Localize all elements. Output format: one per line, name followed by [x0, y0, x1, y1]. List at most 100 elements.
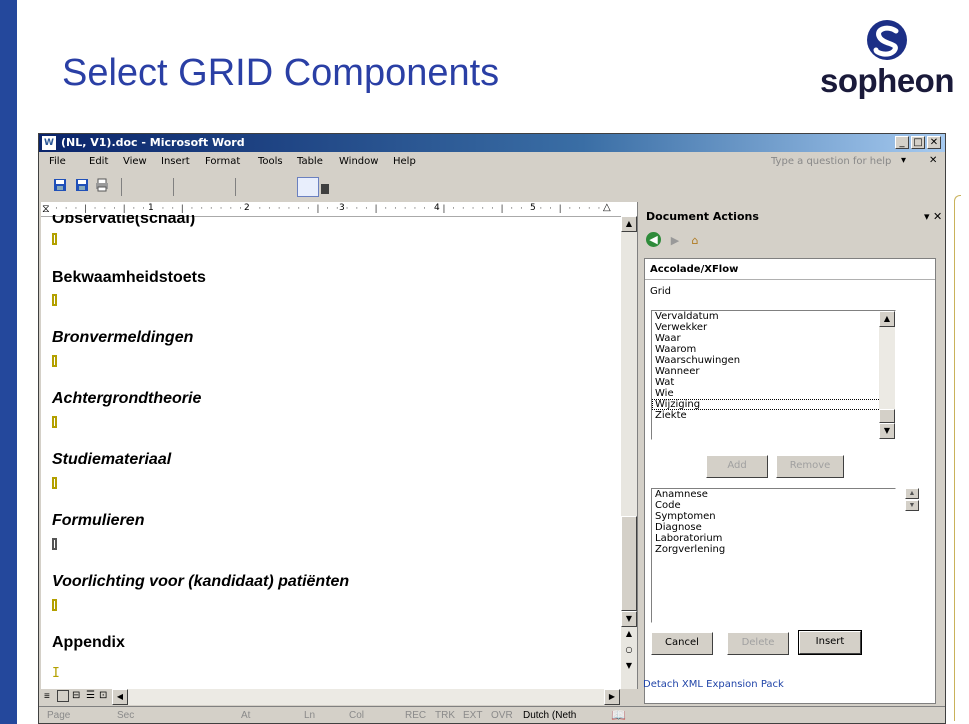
scroll-right-icon[interactable]: ▶ [604, 689, 620, 705]
toolbar-options-icon[interactable] [321, 184, 329, 194]
back-icon[interactable]: ◀ [646, 232, 661, 247]
list-item[interactable]: Anamnese [652, 489, 895, 500]
outline-view-icon[interactable]: ☰ [86, 690, 95, 701]
web-layout-view-icon[interactable] [57, 690, 69, 702]
xml-tag-marker-icon[interactable] [52, 355, 57, 367]
document-heading[interactable]: Bronvermeldingen [52, 329, 193, 347]
spelling-check-icon[interactable]: 📖 [611, 708, 626, 722]
xml-tag-marker-icon[interactable] [52, 538, 57, 550]
remove-button[interactable]: Remove [776, 455, 844, 478]
list-scroll-thumb[interactable] [879, 409, 895, 423]
reading-layout-view-icon[interactable]: ⊡ [99, 690, 107, 701]
status-ovr[interactable]: OVR [491, 710, 513, 721]
close-document-icon[interactable]: ✕ [929, 155, 937, 166]
save-icon[interactable] [53, 178, 67, 192]
menu-window[interactable]: Window [339, 156, 378, 167]
list-item[interactable]: Laboratorium [652, 533, 895, 544]
document-area[interactable]: ⧖ · · · ǀ · · · ǀ · · · · · ǀ · · · · · … [41, 202, 638, 689]
ruler-number: 2 [243, 203, 251, 213]
window-titlebar[interactable]: W (NL, V1).doc - Microsoft Word _ □ ✕ [39, 134, 945, 152]
status-ext[interactable]: EXT [463, 710, 482, 721]
status-trk[interactable]: TRK [435, 710, 455, 721]
help-search-input[interactable]: Type a question for help [771, 156, 891, 167]
detach-xml-link[interactable]: Detach XML Expansion Pack [643, 679, 784, 690]
list-scroll-down-icon[interactable]: ▼ [879, 423, 895, 439]
list-item[interactable]: Ziekte [652, 410, 895, 421]
xml-tag-marker-icon[interactable] [52, 294, 57, 306]
list-item[interactable]: Waarom [652, 344, 895, 355]
document-heading[interactable]: Formulieren [52, 512, 144, 530]
maximize-icon[interactable]: □ [911, 136, 925, 149]
menu-format[interactable]: Format [205, 156, 240, 167]
list-item-focused[interactable]: Wijziging [652, 399, 895, 410]
close-icon[interactable]: ✕ [927, 136, 941, 149]
move-down-icon[interactable]: ▼ [905, 500, 919, 511]
scroll-up-icon[interactable]: ▲ [621, 216, 637, 232]
status-rec[interactable]: REC [405, 710, 426, 721]
next-page-icon[interactable]: ▼ [621, 659, 637, 675]
menu-view[interactable]: View [123, 156, 147, 167]
list-item[interactable]: Zorgverlening [652, 544, 895, 555]
scroll-down-icon[interactable]: ▼ [621, 611, 637, 627]
document-heading[interactable]: Appendix [52, 634, 125, 652]
print-layout-view-icon[interactable]: ⊟ [72, 690, 80, 701]
document-heading[interactable]: Studiemateriaal [52, 451, 171, 469]
xml-tag-marker-icon[interactable] [52, 233, 57, 245]
list-item[interactable]: Diagnose [652, 522, 895, 533]
indent-marker-icon[interactable]: ⧖ [42, 202, 50, 216]
menu-help[interactable]: Help [393, 156, 416, 167]
horizontal-scroll-track[interactable] [128, 689, 604, 705]
help-dropdown-icon[interactable]: ▾ [901, 155, 906, 166]
menu-table[interactable]: Table [297, 156, 323, 167]
minimize-icon[interactable]: _ [895, 136, 909, 149]
list-item[interactable]: Wat [652, 377, 895, 388]
normal-view-icon[interactable]: ≡ [44, 691, 50, 702]
select-browse-object-icon[interactable]: ○ [621, 643, 637, 659]
forward-icon[interactable]: ▶ [666, 232, 684, 249]
horizontal-scrollbar[interactable]: ≡ ⊟ ☰ ⊡ ◀ ▶ [41, 689, 637, 706]
document-heading[interactable]: Bekwaamheidstoets [52, 269, 206, 287]
list-scroll-up-icon[interactable]: ▲ [879, 311, 895, 327]
sopheon-logo: sopheon [812, 18, 962, 99]
list-item[interactable]: Wanneer [652, 366, 895, 377]
menu-file[interactable]: File [49, 156, 66, 167]
previous-page-icon[interactable]: ▲ [621, 627, 637, 643]
slide-decoration-line [954, 195, 961, 721]
insert-button[interactable]: Insert [798, 630, 862, 655]
available-elements-list[interactable]: Vervaldatum Verwekker Waar Waarom Waarsc… [651, 310, 896, 440]
selected-elements-list[interactable]: Anamnese Code Symptomen Diagnose Laborat… [651, 488, 896, 623]
list-item[interactable]: Verwekker [652, 322, 895, 333]
move-up-icon[interactable]: ▲ [905, 488, 919, 499]
list-item[interactable]: Code [652, 500, 895, 511]
list-item[interactable]: Vervaldatum [652, 311, 895, 322]
menu-tools[interactable]: Tools [258, 156, 283, 167]
vertical-scrollbar[interactable]: ▲ ▼ ▲ ○ ▼ [621, 216, 637, 689]
pane-close-icon[interactable]: ▾ ✕ [924, 210, 942, 223]
menu-insert[interactable]: Insert [161, 156, 190, 167]
document-heading[interactable]: Voorlichting voor (kandidaat) patiënten [52, 573, 349, 591]
status-language[interactable]: Dutch (Neth [523, 710, 576, 721]
list-scrollbar[interactable]: ▲ ▼ [879, 311, 895, 439]
right-indent-marker-icon[interactable]: △ [603, 202, 611, 213]
list-item[interactable]: Symptomen [652, 511, 895, 522]
menu-edit[interactable]: Edit [89, 156, 108, 167]
home-icon[interactable]: ⌂ [686, 232, 704, 249]
xml-tag-marker-icon[interactable] [52, 416, 57, 428]
horizontal-ruler[interactable]: ⧖ · · · ǀ · · · ǀ · · · · · ǀ · · · · · … [41, 202, 637, 217]
toolbar-separator [173, 178, 174, 196]
document-heading[interactable]: Achtergrondtheorie [52, 390, 201, 408]
cancel-button[interactable]: Cancel [651, 632, 713, 655]
xml-tag-marker-icon[interactable] [52, 477, 57, 489]
list-item[interactable]: Wie [652, 388, 895, 399]
print-icon[interactable] [95, 178, 109, 192]
toolbar-empty-button[interactable] [297, 177, 319, 197]
add-button[interactable]: Add [706, 455, 768, 478]
delete-button[interactable]: Delete [727, 632, 789, 655]
list-item[interactable]: Waar [652, 333, 895, 344]
slide-accent-bar [0, 0, 17, 724]
xml-tag-marker-icon[interactable] [52, 599, 57, 611]
save-as-icon[interactable] [75, 178, 89, 192]
list-item[interactable]: Waarschuwingen [652, 355, 895, 366]
scrollbar-thumb[interactable] [621, 516, 637, 611]
scroll-left-icon[interactable]: ◀ [112, 689, 128, 705]
